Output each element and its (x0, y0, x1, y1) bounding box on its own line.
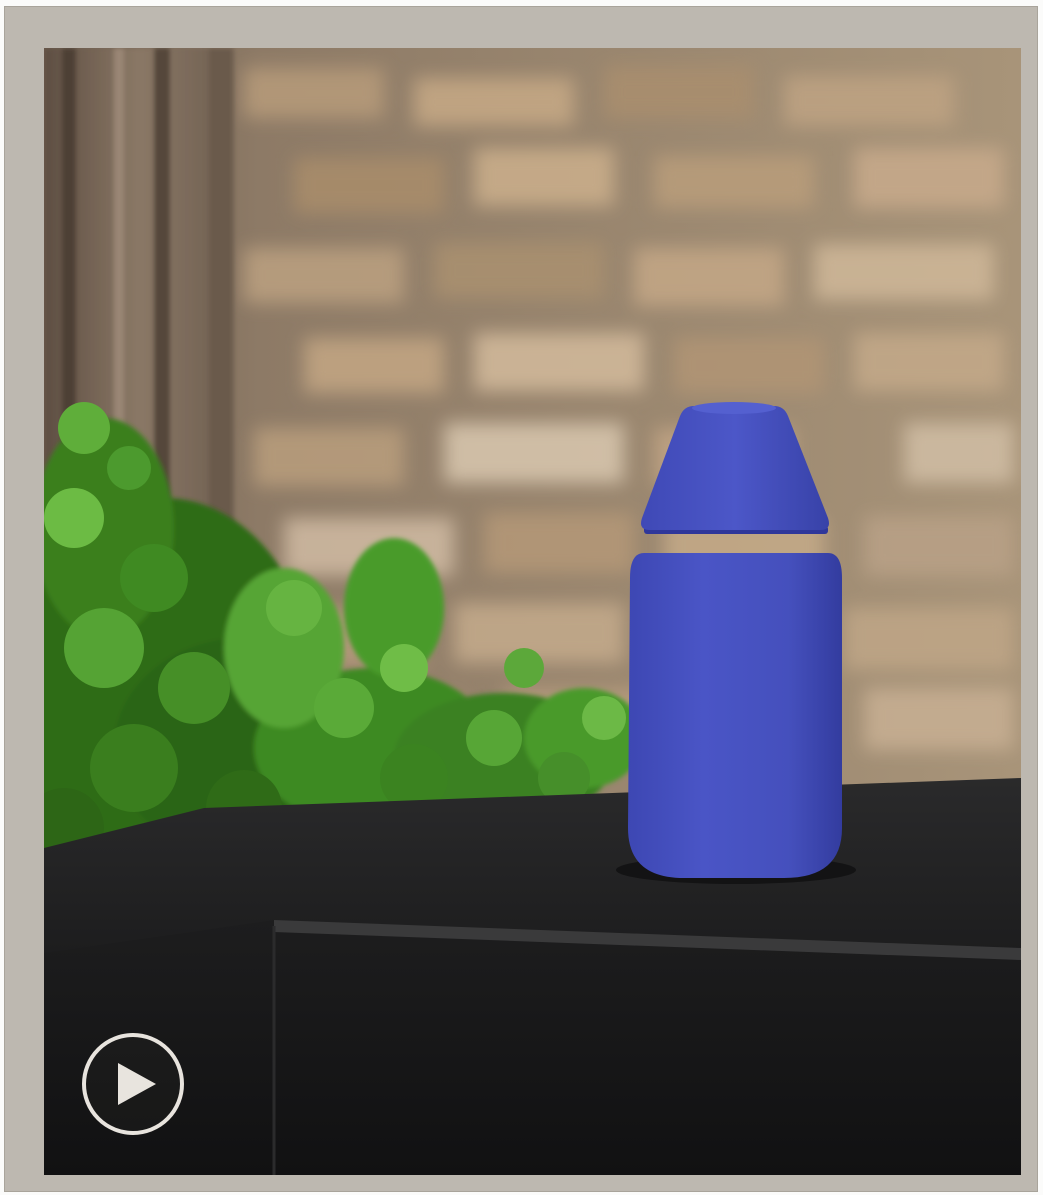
play-icon (118, 1063, 156, 1105)
play-button[interactable] (82, 1033, 184, 1135)
media-frame (4, 6, 1038, 1192)
video-poster-image (44, 48, 1021, 1175)
video-player[interactable] (44, 48, 1021, 1175)
